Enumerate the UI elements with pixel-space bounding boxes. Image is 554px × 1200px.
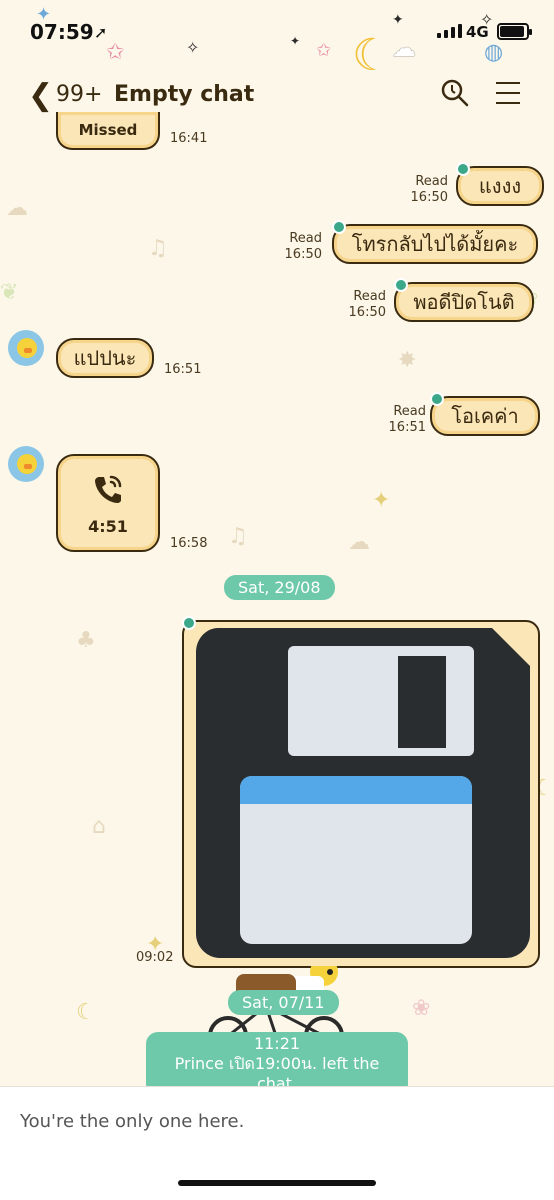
message-bubble[interactable]: โทรกลับไปได้มั้ยคะ [332, 224, 538, 264]
music-note-doodle-icon: ♫ [228, 524, 248, 549]
sticker-badge-icon [394, 278, 408, 292]
read-status: Read [353, 289, 386, 304]
message-bubble[interactable]: โอเคค่า [430, 396, 540, 436]
unread-count[interactable]: 99+ [56, 82, 102, 107]
message-text: โทรกลับไปได้มั้ยคะ [351, 232, 519, 256]
message-time: 16:51 [388, 420, 426, 435]
floppy-disk-icon[interactable] [196, 628, 530, 958]
status-bar: ✦ ✩ ✧ ✩ ☾ ☁ ◍ ✧ ✦ ✦ 07:59 ➚ 4G [0, 0, 554, 81]
read-status: Read [415, 174, 448, 189]
date-separator: Sat, 29/08 [224, 575, 335, 600]
signal-strength-icon [437, 24, 462, 38]
date-separator: Sat, 07/11 [228, 990, 339, 1015]
read-status: Read [393, 404, 426, 419]
sticker-badge-icon [332, 220, 346, 234]
message-meta: Read 16:50 [280, 231, 322, 263]
star-doodle-icon: ✦ [392, 12, 404, 28]
avatar[interactable] [8, 446, 44, 482]
back-chevron-icon[interactable]: ❮ [28, 78, 53, 113]
message-meta: Read 16:51 [384, 404, 426, 436]
music-note-doodle-icon: ♫ [148, 236, 168, 261]
message-text: แปปนะ [73, 346, 137, 370]
star-doodle-icon: ✦ [290, 34, 301, 48]
message-time: 16:51 [164, 362, 202, 377]
chat-title: Empty chat [114, 82, 255, 107]
message-text: แงงง [478, 174, 522, 198]
phone-call-icon [95, 475, 122, 503]
message-time: 16:58 [170, 536, 208, 551]
sticker-badge-icon [456, 162, 470, 176]
cloud-doodle-icon: ☁ [6, 196, 28, 221]
star-doodle-icon: ✩ [316, 40, 332, 61]
avatar[interactable] [8, 330, 44, 366]
message-text: โอเคค่า [451, 404, 519, 428]
heart-doodle-icon: ♣ [76, 628, 96, 653]
message-meta: Read 16:50 [408, 174, 448, 206]
planet-doodle-icon: ◍ [484, 40, 504, 65]
message-time: 16:41 [170, 131, 208, 146]
system-message-time: 11:21 [253, 1034, 301, 1053]
network-type: 4G [466, 23, 489, 41]
moon-doodle-icon: ☾ [76, 1000, 96, 1025]
cloud-doodle-icon: ☁ [392, 34, 416, 62]
message-time: 16:50 [410, 190, 448, 205]
empty-chat-notice: You're the only one here. [20, 1111, 245, 1132]
status-time: 07:59 [30, 20, 94, 44]
call-bubble[interactable]: 4:51 [56, 454, 160, 552]
message-bubble-missed[interactable]: Missed [56, 112, 160, 150]
star-doodle-icon: ✦ [372, 488, 391, 513]
message-time: 16:50 [348, 305, 386, 320]
home-indicator[interactable] [178, 1180, 376, 1186]
house-doodle-icon: ⌂ [92, 814, 106, 839]
message-text: พอดีปิดโนติ [413, 290, 515, 314]
star-doodle-icon: ✩ [106, 40, 125, 65]
location-arrow-icon: ➚ [94, 23, 108, 42]
battery-icon [497, 23, 532, 40]
search-icon[interactable] [440, 78, 470, 108]
message-time: 09:02 [136, 950, 174, 965]
message-bubble[interactable]: แปปนะ [56, 338, 154, 378]
menu-icon[interactable] [496, 82, 520, 104]
cloud-doodle-icon: ☁ [348, 530, 370, 555]
call-duration: 4:51 [88, 516, 128, 536]
message-time: 16:50 [284, 247, 322, 262]
sticker-badge-icon [182, 616, 196, 630]
message-text: Missed [78, 121, 138, 139]
leaf-doodle-icon: ❦ [0, 280, 19, 305]
read-status: Read [289, 231, 322, 246]
flower-doodle-icon: ❀ [412, 996, 431, 1021]
star-doodle-icon: ✧ [186, 38, 200, 57]
message-meta: Read 16:50 [344, 289, 386, 321]
sticker-badge-icon [430, 392, 444, 406]
message-bubble[interactable]: พอดีปิดโนติ [394, 282, 534, 322]
star-doodle-icon: ✸ [398, 348, 417, 373]
